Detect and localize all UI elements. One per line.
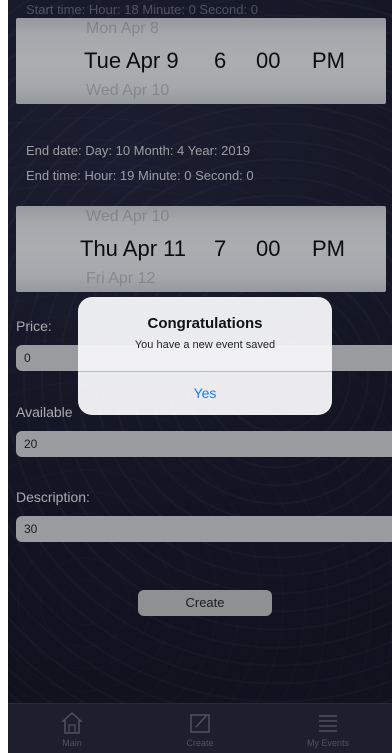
alert-dialog: Congratulations You have a new event sav…: [78, 297, 332, 415]
alert-title: Congratulations: [147, 315, 263, 332]
alert-yes-button[interactable]: Yes: [78, 372, 332, 415]
alert-message: You have a new event saved: [134, 339, 276, 351]
